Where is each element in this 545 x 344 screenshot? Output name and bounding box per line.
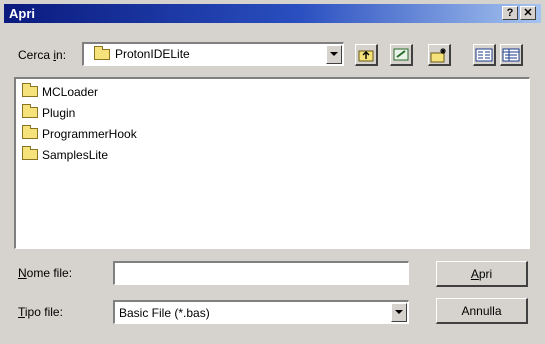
list-item[interactable]: ProgrammerHook <box>22 125 137 141</box>
details-view-icon <box>502 48 520 62</box>
look-in-value: ProtonIDELite <box>115 47 190 61</box>
filetype-select[interactable]: Basic File (*.bas) <box>113 300 409 324</box>
chevron-down-icon[interactable] <box>391 303 407 322</box>
chevron-down-icon[interactable] <box>326 45 342 64</box>
window-title: Apri <box>9 6 35 21</box>
filetype-value: Basic File (*.bas) <box>119 306 210 320</box>
list-view-icon <box>475 48 493 62</box>
desktop-icon <box>393 48 409 61</box>
folder-icon <box>22 125 38 140</box>
up-folder-icon <box>358 50 374 62</box>
list-item[interactable]: Plugin <box>22 104 75 120</box>
filename-label: Nome file: <box>18 266 73 280</box>
filetype-label: Tipo file: <box>18 305 63 319</box>
look-in-label: Cerca in: <box>18 48 67 62</box>
help-button[interactable]: ? <box>502 6 518 20</box>
desktop-button[interactable] <box>390 44 413 66</box>
list-item[interactable]: MCLoader <box>22 83 98 99</box>
title-bar: Apri ? ✕ <box>4 4 541 23</box>
open-button[interactable]: Apri <box>436 261 528 287</box>
list-view-button[interactable] <box>473 44 496 66</box>
look-in-combo[interactable]: ProtonIDELite <box>82 42 344 66</box>
up-folder-button[interactable] <box>355 44 378 66</box>
cancel-button[interactable]: Annulla <box>436 298 528 324</box>
folder-icon <box>22 104 38 119</box>
new-folder-button[interactable] <box>428 44 451 66</box>
close-button[interactable]: ✕ <box>520 6 536 20</box>
folder-icon <box>22 146 38 161</box>
filename-input[interactable] <box>113 261 409 285</box>
folder-icon <box>22 83 38 98</box>
list-item[interactable]: SamplesLite <box>22 146 108 162</box>
folder-icon <box>94 46 110 60</box>
file-list[interactable]: MCLoader Plugin ProgrammerHook SamplesLi… <box>14 77 530 249</box>
new-folder-icon <box>430 48 446 63</box>
details-view-button[interactable] <box>500 44 523 66</box>
